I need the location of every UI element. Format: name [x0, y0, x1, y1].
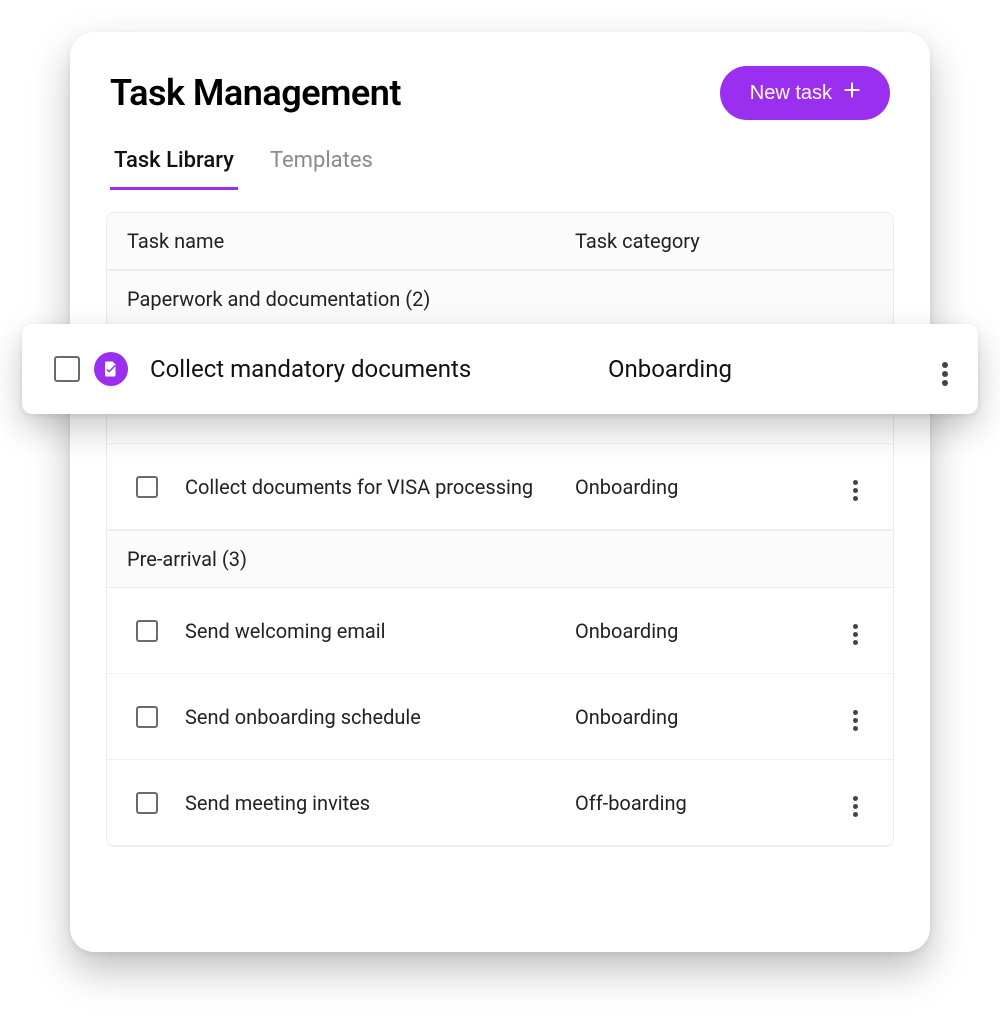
- task-name: Collect documents for VISA processing: [175, 475, 575, 499]
- tab-task-library[interactable]: Task Library: [110, 148, 238, 190]
- plus-icon: [842, 80, 862, 106]
- row-more-button[interactable]: [847, 782, 864, 823]
- highlighted-task-row[interactable]: Collect mandatory documents Onboarding: [22, 324, 978, 414]
- more-vertical-icon: [847, 618, 864, 651]
- more-vertical-icon: [936, 356, 954, 392]
- task-name: Collect mandatory documents: [138, 355, 560, 383]
- more-vertical-icon: [847, 704, 864, 737]
- more-vertical-icon: [847, 474, 864, 507]
- table-row[interactable]: Send meeting invites Off-boarding: [107, 760, 893, 846]
- row-more-button[interactable]: [936, 346, 954, 392]
- group-header: Paperwork and documentation (2): [107, 270, 893, 328]
- task-name: Send welcoming email: [175, 619, 575, 643]
- task-table: Task name Task category Paperwork and do…: [106, 212, 894, 847]
- task-category: Onboarding: [575, 619, 827, 643]
- card-header: Task Management New task: [70, 66, 930, 120]
- row-checkbox[interactable]: [136, 792, 158, 814]
- tabs: Task Library Templates: [70, 120, 930, 190]
- task-name: Send meeting invites: [175, 791, 575, 815]
- row-checkbox[interactable]: [136, 476, 158, 498]
- row-checkbox[interactable]: [54, 356, 80, 382]
- task-management-card: Task Management New task Task Library Te…: [70, 32, 930, 952]
- table-row[interactable]: Send onboarding schedule Onboarding: [107, 674, 893, 760]
- new-task-button[interactable]: New task: [720, 66, 890, 120]
- tab-templates[interactable]: Templates: [266, 148, 377, 190]
- row-more-button[interactable]: [847, 610, 864, 651]
- task-category: Onboarding: [575, 475, 827, 499]
- table-row[interactable]: Collect documents for VISA processing On…: [107, 444, 893, 530]
- document-icon: [94, 352, 128, 386]
- new-task-label: New task: [750, 82, 832, 105]
- row-checkbox[interactable]: [136, 706, 158, 728]
- group-header: Pre-arrival (3): [107, 530, 893, 588]
- group-label: Pre-arrival (3): [127, 547, 883, 571]
- task-category: Onboarding: [560, 355, 910, 383]
- task-category: Off-boarding: [575, 791, 827, 815]
- more-vertical-icon: [847, 790, 864, 823]
- task-category: Onboarding: [575, 705, 827, 729]
- table-row[interactable]: Send welcoming email Onboarding: [107, 588, 893, 674]
- column-task-category: Task category: [575, 229, 883, 253]
- column-task-name: Task name: [119, 229, 575, 253]
- row-checkbox[interactable]: [136, 620, 158, 642]
- table-header: Task name Task category: [107, 213, 893, 270]
- group-label: Paperwork and documentation (2): [127, 287, 883, 311]
- task-name: Send onboarding schedule: [175, 705, 575, 729]
- page-title: Task Management: [110, 72, 401, 114]
- row-more-button[interactable]: [847, 696, 864, 737]
- row-more-button[interactable]: [847, 466, 864, 507]
